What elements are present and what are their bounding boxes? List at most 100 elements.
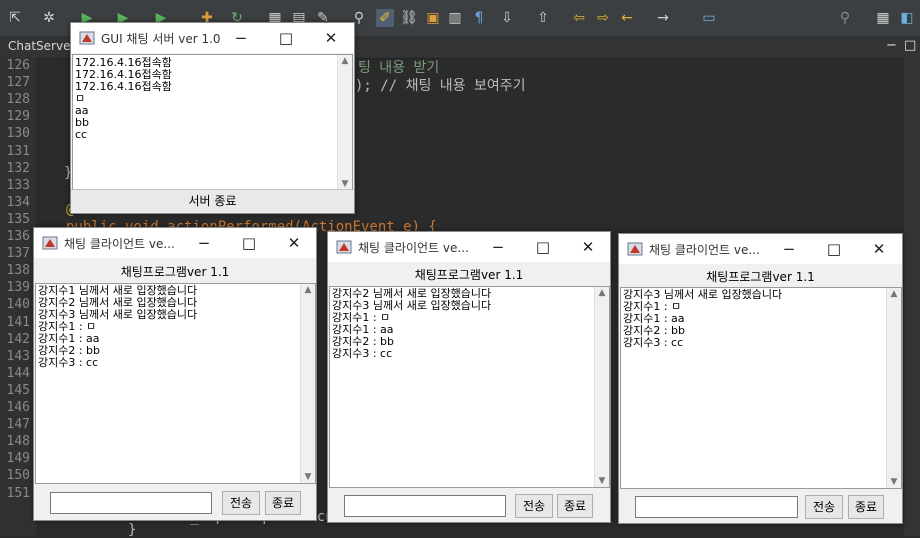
chat-log-area[interactable]: 강지수1 님께서 새로 입장했습니다 강지수2 님께서 새로 입장했습니다 강지수3… bbox=[35, 283, 316, 484]
send-button[interactable]: 전송 bbox=[515, 494, 553, 518]
next-annotation-icon[interactable]: ⇩ bbox=[498, 9, 516, 27]
editor-minimize-icon[interactable]: − bbox=[886, 38, 897, 53]
highlight-icon[interactable]: ✐ bbox=[376, 9, 394, 27]
java-app-icon bbox=[336, 239, 352, 255]
minimize-button[interactable]: − bbox=[190, 232, 218, 254]
client-heading: 채팅프로그램ver 1.1 bbox=[120, 265, 230, 279]
server-scrollbar[interactable]: ▲ ▼ bbox=[337, 55, 352, 190]
forward-edit-icon[interactable]: ⇨ bbox=[594, 9, 612, 27]
minimize-button[interactable]: − bbox=[484, 236, 512, 258]
line-number: 127 bbox=[6, 75, 30, 91]
line-number: 139 bbox=[6, 280, 30, 296]
server-window: GUI 채팅 서버 ver 1.0 − □ ✕ 172.16.4.16접속함 17… bbox=[70, 22, 355, 214]
exit-button[interactable]: 종료 bbox=[557, 494, 593, 518]
minimize-button[interactable]: − bbox=[227, 27, 255, 49]
line-number: 134 bbox=[6, 194, 30, 210]
chat-scrollbar[interactable]: ▲ ▼ bbox=[886, 288, 901, 488]
client-window-2: 채팅 클라이언트 ve... − □ ✕ 채팅프로그램ver 1.1 강지수2 … bbox=[327, 231, 611, 523]
debug-icon[interactable]: ✲ bbox=[40, 9, 58, 27]
message-input[interactable] bbox=[50, 492, 212, 514]
maximize-button[interactable]: □ bbox=[272, 27, 300, 49]
java-perspective-icon[interactable]: ◧ bbox=[898, 9, 916, 27]
log-line: aa bbox=[75, 104, 89, 117]
exit-button[interactable]: 종료 bbox=[848, 495, 884, 519]
perspective-icon[interactable]: ▦ bbox=[874, 9, 892, 27]
java-app-icon bbox=[79, 30, 95, 46]
server-log-area[interactable]: 172.16.4.16접속함 172.16.4.16접속함 172.16.4.16접… bbox=[72, 54, 353, 191]
server-stop-button[interactable]: 서버 종료 bbox=[71, 189, 354, 212]
line-number: 138 bbox=[6, 263, 30, 279]
java-app-icon bbox=[42, 235, 58, 251]
line-number: 147 bbox=[6, 417, 30, 433]
chat-log-area[interactable]: 강지수3 님께서 새로 입장했습니다 강지수1 : ㅁ 강지수1 : aa 강지수2 … bbox=[620, 287, 902, 489]
log-line: ㅁ bbox=[75, 92, 86, 105]
close-button[interactable]: ✕ bbox=[280, 232, 308, 254]
editor-tab[interactable]: ChatServer bbox=[8, 39, 75, 53]
send-button[interactable]: 전송 bbox=[805, 495, 843, 519]
close-button[interactable]: ✕ bbox=[574, 236, 602, 258]
client-heading: 채팅프로그램ver 1.1 bbox=[706, 270, 815, 284]
send-button[interactable]: 전송 bbox=[222, 491, 260, 515]
chat-scrollbar[interactable]: ▲ ▼ bbox=[300, 284, 315, 483]
line-number: 143 bbox=[6, 348, 30, 364]
client-titlebar[interactable]: 채팅 클라이언트 ve... − □ ✕ bbox=[34, 228, 316, 258]
message-input[interactable] bbox=[344, 495, 506, 517]
search-icon[interactable]: ⚲ bbox=[836, 9, 854, 27]
editor-scrollbar[interactable] bbox=[904, 58, 920, 536]
maximize-button[interactable]: □ bbox=[820, 238, 848, 260]
close-button[interactable]: ✕ bbox=[865, 238, 893, 260]
scroll-down-icon[interactable]: ▼ bbox=[301, 472, 315, 482]
back-edit-icon[interactable]: ⇦ bbox=[570, 9, 588, 27]
java-app-icon bbox=[627, 241, 643, 257]
scroll-up-icon[interactable]: ▲ bbox=[301, 285, 315, 295]
minimize-button[interactable]: − bbox=[775, 238, 803, 260]
chat-scrollbar[interactable]: ▲ ▼ bbox=[594, 287, 609, 487]
scroll-up-icon[interactable]: ▲ bbox=[595, 288, 609, 298]
line-number: 129 bbox=[6, 109, 30, 125]
client-title: 채팅 클라이언트 ve... bbox=[358, 241, 469, 255]
scroll-down-icon[interactable]: ▼ bbox=[887, 477, 901, 487]
close-button[interactable]: ✕ bbox=[317, 27, 345, 49]
chat-log-lines: 강지수2 님께서 새로 입장했습니다 강지수3 님께서 새로 입장했습니다 강지수1… bbox=[330, 287, 609, 360]
client-titlebar[interactable]: 채팅 클라이언트 ve... − □ ✕ bbox=[619, 234, 902, 264]
line-number: 145 bbox=[6, 382, 30, 398]
maximize-button[interactable]: □ bbox=[529, 236, 557, 258]
line-number: 151 bbox=[6, 485, 30, 501]
client-titlebar[interactable]: 채팅 클라이언트 ve... − □ ✕ bbox=[328, 232, 610, 262]
line-number: 146 bbox=[6, 400, 30, 415]
line-number: 131 bbox=[6, 143, 30, 159]
toolbar-icon[interactable]: ⇱ bbox=[6, 9, 24, 27]
terminal-icon[interactable]: ▭ bbox=[700, 9, 718, 27]
line-number-gutter: 126 127 128 129 130 131 132 133 134 135 136 137 138 1… bbox=[0, 58, 36, 536]
line-number: 128 bbox=[6, 92, 30, 108]
server-titlebar[interactable]: GUI 채팅 서버 ver 1.0 − □ ✕ bbox=[71, 23, 354, 53]
line-number: 142 bbox=[6, 331, 30, 347]
server-log-lines: 172.16.4.16접속함 172.16.4.16접속함 172.16.4.16접… bbox=[73, 55, 352, 141]
maximize-button[interactable]: □ bbox=[235, 232, 263, 254]
log-line: bb bbox=[75, 116, 89, 129]
scroll-down-icon[interactable]: ▼ bbox=[595, 476, 609, 486]
line-number: 149 bbox=[6, 451, 30, 467]
chat-line: 강지수3 : cc bbox=[332, 347, 393, 360]
line-number: 144 bbox=[6, 365, 30, 381]
line-number: 137 bbox=[6, 246, 30, 262]
line-number: 126 bbox=[6, 58, 30, 73]
chat-log-area[interactable]: 강지수2 님께서 새로 입장했습니다 강지수3 님께서 새로 입장했습니다 강지수1… bbox=[329, 286, 610, 488]
scroll-down-icon[interactable]: ▼ bbox=[338, 179, 352, 189]
back-icon[interactable]: ← bbox=[618, 9, 636, 27]
link-icon[interactable]: ⛓ bbox=[400, 9, 418, 27]
chat-line: 강지수3 : cc bbox=[623, 336, 684, 349]
server-title: GUI 채팅 서버 ver 1.0 bbox=[101, 32, 221, 46]
prev-annotation-icon[interactable]: ⇧ bbox=[534, 9, 552, 27]
outline-icon[interactable]: ▥ bbox=[446, 9, 464, 27]
line-number: 132 bbox=[6, 160, 30, 176]
message-input[interactable] bbox=[635, 496, 798, 518]
open-file-icon[interactable]: ▣ bbox=[424, 9, 442, 27]
forward-icon[interactable]: → bbox=[654, 9, 672, 27]
editor-maximize-icon[interactable]: □ bbox=[904, 38, 916, 53]
exit-button[interactable]: 종료 bbox=[265, 491, 301, 515]
pilcrow-icon[interactable]: ¶ bbox=[470, 9, 488, 27]
scroll-up-icon[interactable]: ▲ bbox=[887, 289, 901, 299]
line-number: 150 bbox=[6, 468, 30, 484]
scroll-up-icon[interactable]: ▲ bbox=[338, 56, 352, 66]
